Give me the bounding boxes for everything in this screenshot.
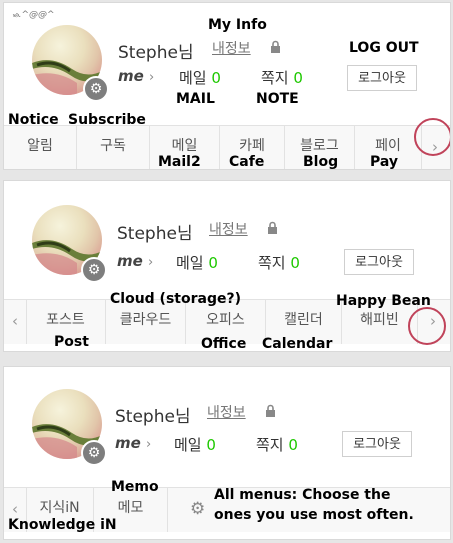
annotation-notice: Notice <box>8 112 59 128</box>
my-info-link[interactable]: 내정보 <box>207 402 246 422</box>
annotation-knowledge-in: Knowledge iN <box>8 517 117 533</box>
annotation-memo: Memo <box>111 479 159 495</box>
chevron-left-icon[interactable]: ‹ <box>4 300 27 344</box>
annotation-log-out: LOG OUT <box>349 40 419 56</box>
gear-icon[interactable]: ⚙ <box>81 257 107 283</box>
mail-count-link[interactable]: 메일 0 <box>176 252 218 273</box>
annotation-office: Office <box>201 336 247 352</box>
profile-panel-2: ⚙ Stephe님 내정보 me › 메일 0 쪽지 0 로그아웃 ‹ 포스트 … <box>3 180 451 352</box>
username: Stephe님 <box>117 224 193 244</box>
logout-button[interactable]: 로그아웃 <box>347 65 417 91</box>
note-count-link[interactable]: 쪽지 0 <box>258 252 300 273</box>
logout-button[interactable]: 로그아웃 <box>344 249 414 275</box>
lock-icon <box>266 404 275 417</box>
lock-icon <box>271 40 280 53</box>
annotation-mail: MAIL <box>176 91 215 107</box>
note-count-link[interactable]: 쪽지 0 <box>256 434 298 455</box>
tab-notice[interactable]: 알림 <box>4 126 77 169</box>
annotation-calendar: Calendar <box>262 336 333 352</box>
annotation-cloud: Cloud (storage?) <box>110 291 241 307</box>
annotation-post: Post <box>54 334 89 350</box>
annotation-blog: Blog <box>303 154 339 170</box>
my-info-link[interactable]: 내정보 <box>212 38 251 58</box>
tiny-text: ᏹ.^@@^ <box>12 10 55 20</box>
gear-icon[interactable]: ⚙ <box>190 500 208 518</box>
annotation-all-menus-line1: All menus: Choose the <box>214 487 391 503</box>
profile-panel-3: ⚙ Stephe님 내정보 me › 메일 0 쪽지 0 로그아웃 ‹ 지식iN… <box>3 366 451 540</box>
lock-icon <box>268 221 277 234</box>
username: Stephe님 <box>118 43 194 63</box>
mail-count-link[interactable]: 메일 0 <box>179 67 221 88</box>
annotation-pay: Pay <box>370 154 399 170</box>
annotation-cafe: Cafe <box>229 154 265 170</box>
gear-icon[interactable]: ⚙ <box>81 440 107 466</box>
my-info-link[interactable]: 내정보 <box>209 219 248 239</box>
annotation-happy-bean: Happy Bean <box>336 293 431 309</box>
tab-subscribe[interactable]: 구독 <box>77 126 150 169</box>
profile-panel-1: ᏹ.^@@^ ⚙ Stephe님 내정보 me › 메일 0 쪽지 0 로그아웃… <box>3 2 451 170</box>
annotation-mail2: Mail2 <box>158 154 201 170</box>
annotation-my-info: My Info <box>208 17 267 33</box>
me-link[interactable]: me › <box>118 67 154 85</box>
highlight-circle <box>414 118 450 156</box>
annotation-all-menus-line2: ones you use most often. <box>214 507 414 523</box>
highlight-circle <box>408 307 446 345</box>
me-link[interactable]: me › <box>115 434 151 452</box>
chevron-right-icon: › <box>149 70 155 85</box>
logout-button[interactable]: 로그아웃 <box>342 431 412 457</box>
username: Stephe님 <box>115 407 191 427</box>
mail-count-link[interactable]: 메일 0 <box>174 434 216 455</box>
note-count-link[interactable]: 쪽지 0 <box>261 67 303 88</box>
annotation-subscribe: Subscribe <box>68 112 146 128</box>
me-link[interactable]: me › <box>117 252 153 270</box>
chevron-right-icon: › <box>148 255 154 270</box>
chevron-right-icon: › <box>146 437 152 452</box>
annotation-note: NOTE <box>256 91 299 107</box>
gear-icon[interactable]: ⚙ <box>83 76 109 102</box>
